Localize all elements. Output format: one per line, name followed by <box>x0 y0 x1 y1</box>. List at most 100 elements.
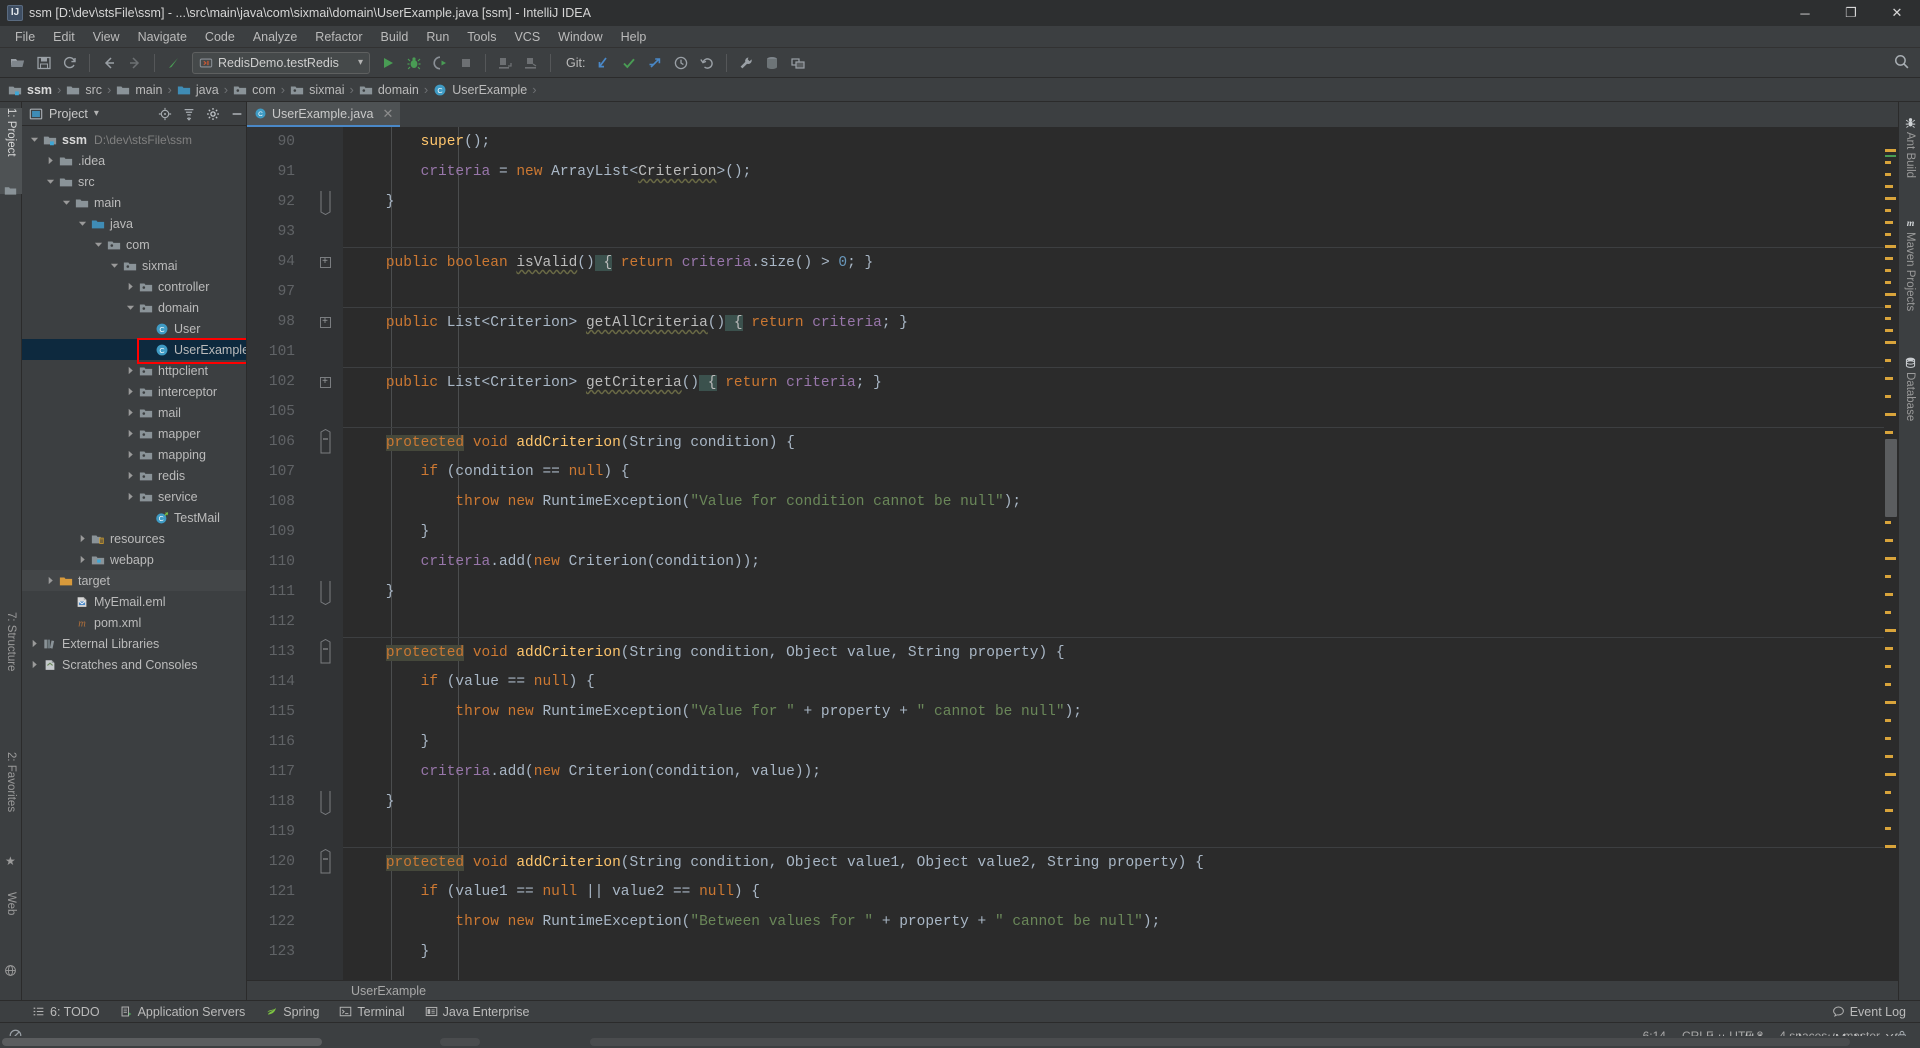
code-line[interactable]: public boolean isValid() { return criter… <box>343 247 1884 277</box>
editor-gutter[interactable]: 90 91 92 93 94 +97 98 +101 102 +105 106 107 108 109 11… <box>247 127 343 980</box>
scrollbar-thumb[interactable] <box>1885 439 1897 517</box>
gutter-line[interactable]: 112 <box>247 607 343 637</box>
menu-window[interactable]: Window <box>549 28 611 46</box>
code-line[interactable]: } <box>343 787 1884 817</box>
error-stripe-mark[interactable] <box>1885 629 1896 632</box>
menu-analyze[interactable]: Analyze <box>244 28 306 46</box>
tree-item-ssm[interactable]: ssm D:\dev\stsFile\ssm <box>22 129 246 150</box>
tree-item-testmail[interactable]: C TestMail <box>22 507 246 528</box>
gutter-line[interactable]: 94 + <box>247 247 343 277</box>
code-line[interactable]: protected void addCriterion(String condi… <box>343 847 1884 877</box>
error-stripe-mark[interactable] <box>1885 791 1891 794</box>
gutter-line[interactable]: 122 <box>247 907 343 937</box>
code-line[interactable] <box>343 607 1884 637</box>
error-stripe-mark[interactable] <box>1885 773 1896 776</box>
tree-item-controller[interactable]: controller <box>22 276 246 297</box>
error-stripe-mark[interactable] <box>1885 845 1896 848</box>
error-stripe-mark[interactable] <box>1885 827 1891 830</box>
menu-code[interactable]: Code <box>196 28 244 46</box>
error-stripe-mark[interactable] <box>1885 359 1891 362</box>
toolwindow-6--todo[interactable]: 6: TODO <box>22 1001 110 1023</box>
error-stripe-mark[interactable] <box>1885 293 1896 296</box>
tree-item-mapper[interactable]: mapper <box>22 423 246 444</box>
code-line[interactable] <box>343 277 1884 307</box>
save-all-icon[interactable] <box>32 51 56 75</box>
code-line[interactable]: protected void addCriterion(String condi… <box>343 427 1884 457</box>
tree-item-mail[interactable]: mail <box>22 402 246 423</box>
chevron-right-icon[interactable] <box>124 444 137 465</box>
tree-item-service[interactable]: service <box>22 486 246 507</box>
commit-icon[interactable] <box>617 51 641 75</box>
tree-item-main[interactable]: main <box>22 192 246 213</box>
code-line[interactable]: super(); <box>343 127 1884 157</box>
database-icon[interactable] <box>760 51 784 75</box>
gutter-line[interactable]: 101 <box>247 337 343 367</box>
error-stripe-mark[interactable] <box>1885 305 1891 308</box>
error-stripe-mark[interactable] <box>1885 701 1896 704</box>
breadcrumb-item-main[interactable]: main <box>116 78 164 102</box>
chevron-down-icon[interactable] <box>92 234 105 255</box>
scrollbar-thumb-3[interactable] <box>590 1038 1850 1046</box>
error-stripe-mark[interactable] <box>1885 281 1891 284</box>
right-stripe-database[interactable]: Database <box>1899 354 1920 421</box>
menu-build[interactable]: Build <box>372 28 418 46</box>
menu-view[interactable]: View <box>84 28 129 46</box>
gutter-line[interactable]: 107 <box>247 457 343 487</box>
maximize-button[interactable]: ❐ <box>1828 0 1874 26</box>
code-line[interactable] <box>343 217 1884 247</box>
error-stripe-mark[interactable] <box>1885 755 1893 758</box>
run-icon[interactable] <box>376 51 400 75</box>
gutter-line[interactable]: 119 <box>247 817 343 847</box>
error-stripe-mark[interactable] <box>1885 575 1891 578</box>
rollback-icon[interactable] <box>695 51 719 75</box>
error-stripe-mark[interactable] <box>1885 683 1891 686</box>
gutter-line[interactable]: 105 <box>247 397 343 427</box>
history-icon[interactable] <box>669 51 693 75</box>
sync-refresh-icon[interactable] <box>58 51 82 75</box>
tree-item-userexample[interactable]: C UserExample <box>22 338 246 364</box>
favorites-star-icon[interactable]: ★ <box>5 854 16 868</box>
chevron-right-icon[interactable] <box>28 654 41 675</box>
error-stripe-mark[interactable] <box>1885 611 1891 614</box>
chevron-right-icon[interactable] <box>44 570 57 591</box>
gutter-line[interactable]: 98 + <box>247 307 343 337</box>
gutter-line[interactable]: 121 <box>247 877 343 907</box>
tree-item-com[interactable]: com <box>22 234 246 255</box>
error-stripe-mark[interactable] <box>1885 209 1891 212</box>
error-stripe-mark[interactable] <box>1885 431 1893 434</box>
code-line[interactable]: } <box>343 187 1884 217</box>
tree-item-src[interactable]: src <box>22 171 246 192</box>
error-stripe-mark[interactable] <box>1885 341 1896 344</box>
gutter-line[interactable]: 110 <box>247 547 343 577</box>
scrollbar-thumb-1[interactable] <box>2 1038 322 1046</box>
chevron-down-icon[interactable] <box>60 192 73 213</box>
chevron-right-icon[interactable] <box>76 528 89 549</box>
breadcrumb-item-ssm[interactable]: ssm <box>8 78 54 102</box>
project-tree[interactable]: ssm D:\dev\stsFile\ssm .idea src main java com… <box>22 126 246 1000</box>
gutter-line[interactable]: 97 <box>247 277 343 307</box>
tree-item-mapping[interactable]: mapping <box>22 444 246 465</box>
chevron-right-icon[interactable] <box>124 486 137 507</box>
gutter-line[interactable]: 91 <box>247 157 343 187</box>
error-stripe-mark[interactable] <box>1885 557 1896 560</box>
gear-icon[interactable] <box>204 105 222 123</box>
error-stripe-mark[interactable] <box>1885 329 1893 332</box>
tree-item-domain[interactable]: domain <box>22 297 246 318</box>
gutter-line[interactable]: 92 <box>247 187 343 217</box>
fold-expand-icon[interactable]: + <box>319 367 331 397</box>
tree-item-user[interactable]: C User <box>22 318 246 339</box>
code-line[interactable]: criteria.add(new Criterion(condition, va… <box>343 757 1884 787</box>
menu-navigate[interactable]: Navigate <box>129 28 196 46</box>
error-stripe-mark[interactable] <box>1885 149 1896 152</box>
code-line[interactable]: throw new RuntimeException("Value for " … <box>343 697 1884 727</box>
close-icon[interactable]: ✕ <box>382 106 393 122</box>
code-line[interactable]: } <box>343 517 1884 547</box>
toolwindow-spring[interactable]: Spring <box>255 1001 329 1023</box>
code-line[interactable]: } <box>343 577 1884 607</box>
chevron-down-icon[interactable] <box>108 255 121 276</box>
tree-item-scratches-and-consoles[interactable]: Scratches and Consoles <box>22 654 246 675</box>
locate-icon[interactable] <box>156 105 174 123</box>
tree-item-sixmai[interactable]: sixmai <box>22 255 246 276</box>
tree-item-httpclient[interactable]: httpclient <box>22 360 246 381</box>
chevron-right-icon[interactable] <box>124 276 137 297</box>
